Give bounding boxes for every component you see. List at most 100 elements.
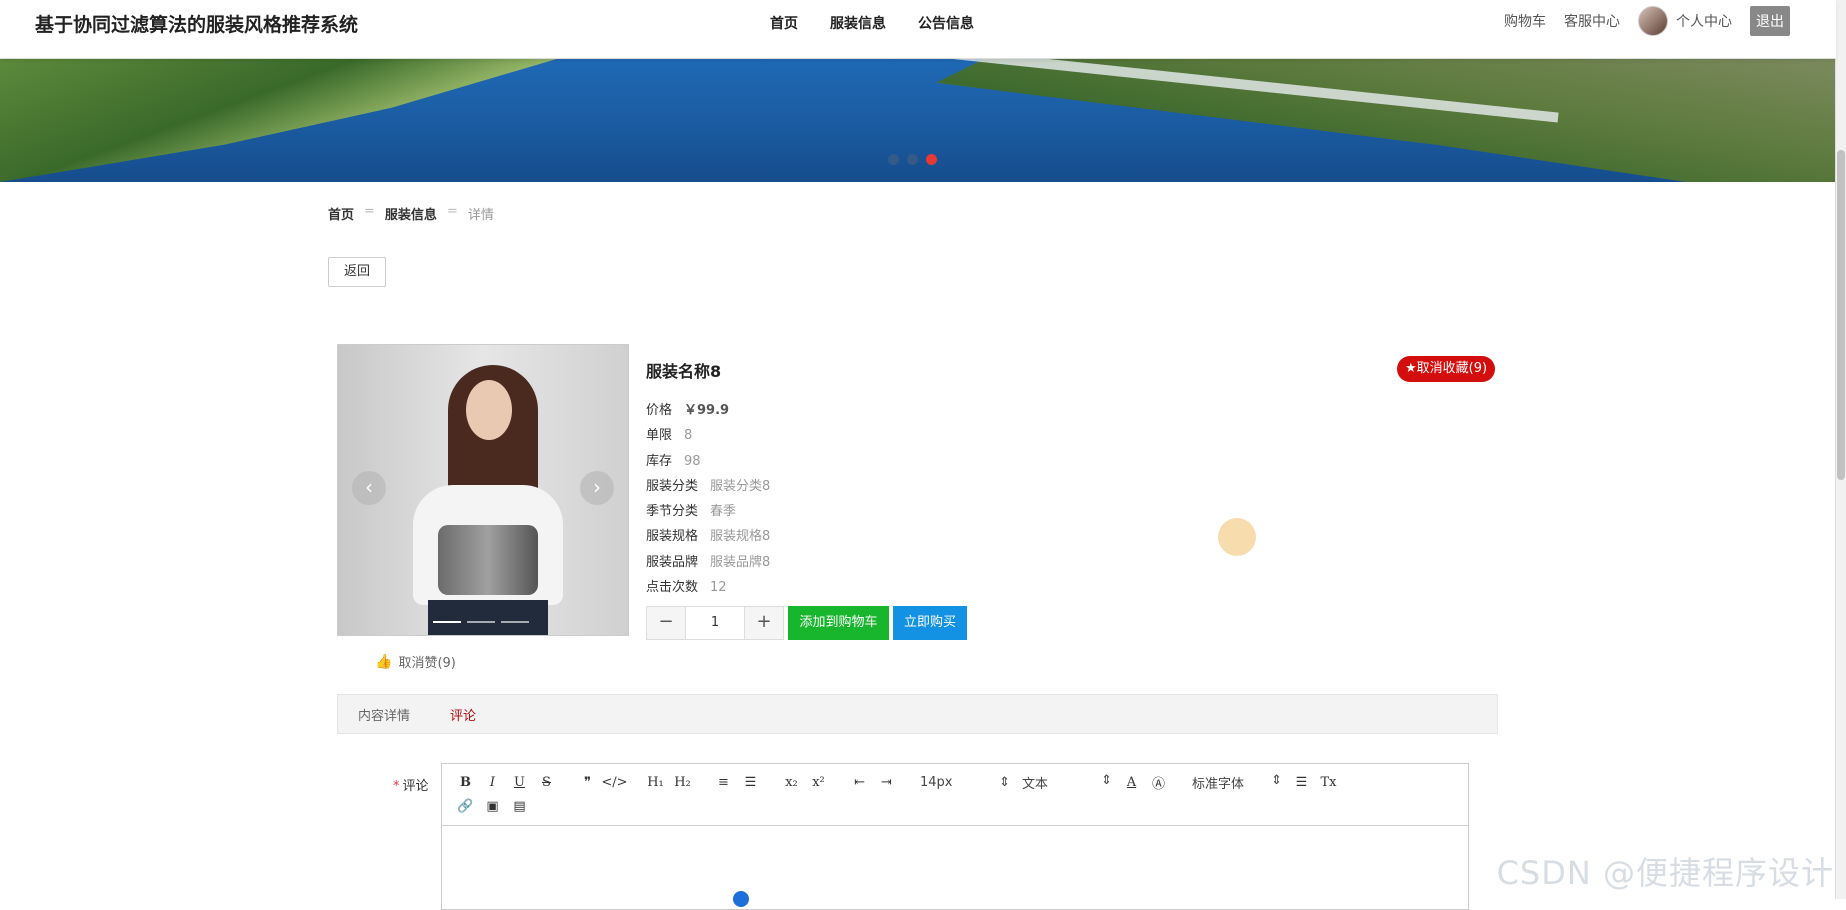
back-button[interactable]: 返回 — [328, 257, 386, 287]
select-caret-icon: ⇕ — [1271, 772, 1282, 788]
profile-link[interactable]: 个人中心 — [1676, 11, 1732, 31]
superscript-icon[interactable]: x² — [805, 775, 832, 790]
breadcrumb-clothing[interactable]: 服装信息 — [385, 204, 437, 223]
attr-label: 服装规格 — [646, 529, 699, 545]
product-name: 服装名称8 — [646, 362, 722, 381]
top-navbar: 基于协同过滤算法的服装风格推荐系统 首页 服装信息 公告信息 购物车 客服中心 … — [0, 0, 1836, 59]
select-caret-icon: ⇕ — [999, 774, 1010, 790]
page-scrollbar[interactable] — [1835, 0, 1846, 899]
plus-icon[interactable]: + — [744, 606, 784, 640]
attr-value: 98 — [684, 453, 701, 469]
banner-dot-3[interactable] — [926, 154, 937, 165]
attr-value: 春季 — [710, 504, 737, 520]
attr-value: 服装规格8 — [710, 529, 771, 545]
shirt-print — [438, 525, 538, 595]
font-family-select[interactable]: 标准字体 ⇕ — [1186, 773, 1288, 792]
product-attributes: 价格 ￥99.9 单限 8 库存 98 服装分类 服装分类8 季节分类 春季 服装规格 服装… — [646, 398, 770, 600]
model-face — [466, 380, 512, 440]
attr-label: 服装品牌 — [646, 554, 699, 570]
attr-row: 点击次数 12 — [646, 575, 770, 600]
nav-notices[interactable]: 公告信息 — [918, 13, 974, 33]
attr-row: 库存 98 — [646, 449, 770, 474]
heading2-icon[interactable]: H₂ — [669, 775, 696, 790]
font-size-select[interactable]: 14px ⇕ — [914, 775, 1016, 790]
breadcrumb-separator: = — [446, 204, 458, 219]
banner-carousel[interactable] — [0, 58, 1836, 182]
like-toggle[interactable]: 👍 取消赞(9) — [375, 652, 456, 672]
attr-label: 点击次数 — [646, 580, 699, 596]
attr-label: 季节分类 — [646, 504, 699, 520]
strikethrough-icon[interactable]: S — [533, 775, 560, 790]
quantity-input[interactable]: 1 — [686, 606, 744, 640]
comment-editor[interactable]: B I U S ❞ </> H₁ H₂ ≡ ☰ x₂ x² ⇤ ⇥ 14px ⇕ … — [441, 763, 1469, 910]
align-icon[interactable]: ☰ — [1288, 775, 1315, 790]
product-image-carousel[interactable]: ‹ › — [337, 344, 629, 636]
user-links: 购物车 客服中心 个人中心 退出 — [1504, 6, 1790, 36]
attr-row: 季节分类 春季 — [646, 499, 770, 524]
nav-home[interactable]: 首页 — [770, 13, 798, 33]
image-indicator-2[interactable] — [467, 621, 495, 623]
comment-label: * 评论 — [393, 775, 429, 794]
attr-label: 价格 — [646, 403, 673, 418]
breadcrumb-separator: = — [364, 204, 375, 219]
like-label: 取消赞(9) — [398, 656, 456, 671]
attr-row: 服装分类 服装分类8 — [646, 474, 770, 499]
product-info: 服装名称8 价格 ￥99.9 单限 8 库存 98 服装分类 服装分类8 季节分类 春季 … — [646, 358, 770, 600]
logout-button[interactable]: 退出 — [1750, 6, 1790, 36]
detail-tabs: 内容详情 评论 — [337, 694, 1498, 734]
nav-clothing[interactable]: 服装信息 — [830, 13, 886, 33]
buy-now-button[interactable]: 立即购买 — [893, 606, 967, 640]
image-indicator-1[interactable] — [433, 621, 461, 623]
outdent-icon[interactable]: ⇤ — [846, 775, 873, 790]
indent-icon[interactable]: ⇥ — [873, 775, 900, 790]
model-pants — [428, 600, 548, 635]
tab-details[interactable]: 内容详情 — [358, 705, 410, 724]
heading1-icon[interactable]: H₁ — [642, 775, 669, 790]
bold-icon[interactable]: B — [452, 775, 479, 790]
site-title: 基于协同过滤算法的服装风格推荐系统 — [35, 14, 359, 36]
banner-dot-1[interactable] — [888, 154, 899, 165]
attr-row: 价格 ￥99.9 — [646, 398, 770, 423]
prev-arrow-icon[interactable]: ‹ — [352, 471, 386, 505]
next-arrow-icon[interactable]: › — [580, 471, 614, 505]
scrollbar-thumb[interactable] — [1837, 150, 1845, 480]
attr-row: 服装规格 服装规格8 — [646, 524, 770, 549]
comment-label-text: 评论 — [402, 779, 429, 794]
bullet-list-icon[interactable]: ☰ — [737, 775, 764, 790]
background-color-icon[interactable]: Ⓐ — [1145, 773, 1172, 792]
font-family-value: 标准字体 — [1192, 776, 1245, 792]
italic-icon[interactable]: I — [479, 775, 506, 790]
attr-label: 库存 — [646, 453, 673, 469]
link-icon[interactable]: 🔗 — [452, 799, 479, 814]
cart-link[interactable]: 购物车 — [1504, 11, 1546, 31]
add-to-cart-button[interactable]: 添加到购物车 — [788, 606, 889, 640]
image-icon[interactable]: ▣ — [479, 799, 506, 814]
watermark: CSDN @便捷程序设计 — [1496, 854, 1834, 892]
clear-format-icon[interactable]: Tx — [1315, 775, 1342, 790]
tab-comments[interactable]: 评论 — [450, 705, 476, 724]
underline-icon[interactable]: U — [506, 775, 533, 790]
banner-indicators — [888, 154, 937, 165]
font-size-value: 14px — [920, 774, 953, 790]
unfavorite-button[interactable]: ★取消收藏(9) — [1397, 356, 1496, 382]
block-format-select[interactable]: 文本 ⇕ — [1016, 773, 1118, 792]
attr-value: 8 — [684, 428, 693, 444]
font-color-icon[interactable]: A — [1118, 775, 1145, 790]
quantity-stepper: − 1 + — [646, 606, 784, 640]
ordered-list-icon[interactable]: ≡ — [710, 775, 737, 790]
code-icon[interactable]: </> — [601, 775, 628, 790]
avatar[interactable] — [1638, 6, 1668, 36]
banner-dot-2[interactable] — [907, 154, 918, 165]
blockquote-icon[interactable]: ❞ — [574, 775, 601, 790]
minus-icon[interactable]: − — [646, 606, 686, 640]
breadcrumb-home[interactable]: 首页 — [328, 204, 354, 223]
attr-label: 服装分类 — [646, 478, 699, 494]
attr-value: ￥99.9 — [684, 403, 730, 418]
video-icon[interactable]: ▤ — [506, 799, 533, 814]
subscript-icon[interactable]: x₂ — [778, 775, 805, 790]
service-link[interactable]: 客服中心 — [1564, 11, 1620, 31]
image-indicator-3[interactable] — [501, 621, 529, 623]
attr-row: 服装品牌 服装品牌8 — [646, 550, 770, 575]
breadcrumb-current: 详情 — [467, 208, 494, 223]
editor-handle[interactable] — [733, 891, 749, 907]
